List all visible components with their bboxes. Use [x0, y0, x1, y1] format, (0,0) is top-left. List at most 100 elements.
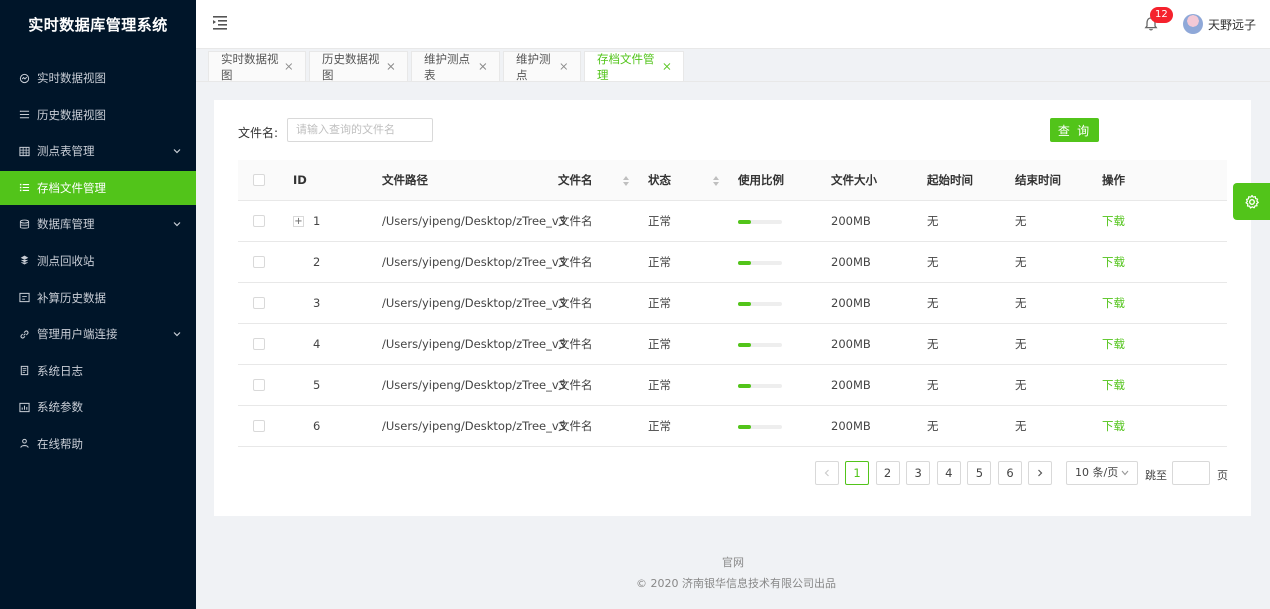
sidebar-item-5[interactable]: 数据库管理: [0, 207, 196, 241]
notification-badge: 12: [1150, 7, 1173, 23]
menu-fold-icon[interactable]: [213, 15, 231, 31]
close-icon[interactable]: [285, 62, 293, 71]
cell-end-time: 无: [1015, 419, 1027, 433]
expand-row-icon[interactable]: +: [293, 216, 304, 227]
sidebar-item-4[interactable]: 存档文件管理: [0, 170, 196, 205]
sidebar-item-label: 数据库管理: [37, 217, 95, 232]
tab-1[interactable]: 实时数据视图: [208, 51, 306, 82]
column-header-filename[interactable]: 文件名: [558, 160, 593, 200]
filename-search-input[interactable]: [287, 118, 433, 142]
settings-button[interactable]: [1233, 183, 1270, 220]
chevron-down-icon: [1121, 470, 1129, 476]
cell-path: /Users/yipeng/Desktop/zTree_v3: [382, 337, 566, 351]
sort-caret-icon[interactable]: [623, 175, 629, 187]
row-checkbox[interactable]: [253, 338, 265, 350]
cell-status: 正常: [648, 419, 671, 433]
column-header-status[interactable]: 状态: [648, 160, 671, 200]
footer-copyright: © 2020 济南银华信息技术有限公司出品: [636, 577, 836, 590]
sidebar-item-3[interactable]: 测点表管理: [0, 134, 196, 168]
cell-path: /Users/yipeng/Desktop/zTree_v3: [382, 255, 566, 269]
query-button[interactable]: 查 询: [1050, 118, 1099, 142]
sidebar-item-label: 系统参数: [37, 400, 83, 415]
recycle-icon: [18, 255, 30, 267]
table-row[interactable]: 5/Users/yipeng/Desktop/zTree_v3 文件名 正常 200M…: [238, 365, 1227, 406]
page-button-5[interactable]: 5: [967, 461, 992, 485]
column-header-action: 操作: [1102, 173, 1125, 187]
sidebar-item-6[interactable]: 测点回收站: [0, 244, 196, 278]
cell-start-time: 无: [927, 255, 939, 269]
page-button-2[interactable]: 2: [875, 461, 900, 485]
sidebar-item-7[interactable]: 补算历史数据: [0, 281, 196, 315]
page-button-1[interactable]: 1: [845, 461, 869, 485]
sidebar-item-label: 测点回收站: [37, 253, 95, 268]
sidebar-item-10[interactable]: 系统参数: [0, 390, 196, 424]
cell-end-time: 无: [1015, 296, 1027, 310]
log-icon: [18, 365, 30, 377]
sidebar-menu: 实时数据视图历史数据视图 测点表管理 存档文件管理数据库管理测点回收站补算历史数据管…: [0, 61, 196, 461]
download-link[interactable]: 下载: [1102, 201, 1125, 241]
tab-3[interactable]: 维护测点表: [411, 51, 500, 82]
tab-5[interactable]: 存档文件管理: [584, 51, 684, 82]
table-row[interactable]: 2/Users/yipeng/Desktop/zTree_v3 文件名 正常 200M…: [238, 242, 1227, 283]
prev-page-button[interactable]: [815, 461, 839, 485]
usage-progress-bar: 30%: [738, 425, 782, 429]
cell-size: 200MB: [831, 378, 871, 392]
download-link[interactable]: 下载: [1102, 324, 1125, 364]
sidebar-item-8[interactable]: 管理用户端连接: [0, 317, 196, 351]
database-icon: [18, 218, 30, 230]
row-checkbox[interactable]: [253, 420, 265, 432]
download-link[interactable]: 下载: [1102, 365, 1125, 405]
page-size-select[interactable]: 10 条/页: [1066, 461, 1138, 485]
chevron-right-icon: [1038, 469, 1043, 477]
download-link[interactable]: 下载: [1102, 242, 1125, 282]
sidebar-item-11[interactable]: 在线帮助: [0, 427, 196, 461]
download-link[interactable]: 下载: [1102, 283, 1125, 323]
table-header: ID 文件路径 文件名 状态 使用比例 文件大小 起始时间 结束时间 操作: [238, 160, 1227, 201]
page-button-3[interactable]: 3: [906, 461, 931, 485]
row-checkbox[interactable]: [253, 256, 265, 268]
page-button-4[interactable]: 4: [936, 461, 961, 485]
table-row[interactable]: +1/Users/yipeng/Desktop/zTree_v3 文件名 正常 200…: [238, 201, 1227, 242]
app-title: 实时数据库管理系统: [28, 16, 168, 34]
select-all-checkbox[interactable]: [253, 174, 265, 186]
close-icon[interactable]: [387, 62, 395, 71]
table-row[interactable]: 6/Users/yipeng/Desktop/zTree_v3 文件名 正常 200M…: [238, 406, 1227, 447]
close-icon[interactable]: [479, 62, 487, 71]
list-icon: [18, 182, 30, 194]
cell-id: 4: [313, 337, 321, 351]
cell-id: 6: [313, 419, 321, 433]
cell-size: 200MB: [831, 214, 871, 228]
sort-caret-icon[interactable]: [713, 175, 719, 187]
row-checkbox[interactable]: [253, 215, 265, 227]
tab-4[interactable]: 维护测点: [503, 51, 581, 82]
usage-progress-fill: [738, 220, 752, 224]
sidebar-item-2[interactable]: 历史数据视图: [0, 98, 196, 132]
sidebar-item-1[interactable]: 实时数据视图: [0, 61, 196, 95]
table-row[interactable]: 4/Users/yipeng/Desktop/zTree_v3 文件名 正常 200M…: [238, 324, 1227, 365]
row-checkbox[interactable]: [253, 379, 265, 391]
tab-label: 存档文件管理: [597, 51, 655, 82]
column-header-end-time: 结束时间: [1015, 173, 1061, 187]
close-icon[interactable]: [560, 62, 568, 71]
cell-end-time: 无: [1015, 378, 1027, 392]
sidebar-item-label: 实时数据视图: [37, 71, 106, 85]
footer-official-site-link[interactable]: 官网: [722, 554, 744, 570]
avatar[interactable]: [1183, 14, 1203, 34]
username[interactable]: 天野远子: [1208, 16, 1256, 33]
tab-2[interactable]: 历史数据视图: [309, 51, 408, 82]
sidebar-item-9[interactable]: 系统日志: [0, 354, 196, 388]
cell-path: /Users/yipeng/Desktop/zTree_v3: [382, 296, 566, 310]
table-row[interactable]: 3/Users/yipeng/Desktop/zTree_v3 文件名 正常 200M…: [238, 283, 1227, 324]
page-button-6[interactable]: 6: [998, 461, 1022, 485]
jump-to-page-input[interactable]: [1172, 461, 1210, 485]
cell-status: 正常: [648, 214, 671, 228]
column-header-id: ID: [293, 173, 307, 187]
table-body: +1/Users/yipeng/Desktop/zTree_v3 文件名 正常 200…: [238, 201, 1227, 447]
close-icon[interactable]: [663, 62, 671, 71]
cell-start-time: 无: [927, 378, 939, 392]
cell-filename: 文件名: [558, 419, 593, 433]
tab-label: 维护测点: [516, 51, 551, 82]
download-link[interactable]: 下载: [1102, 406, 1125, 446]
next-page-button[interactable]: [1028, 461, 1052, 485]
row-checkbox[interactable]: [253, 297, 265, 309]
